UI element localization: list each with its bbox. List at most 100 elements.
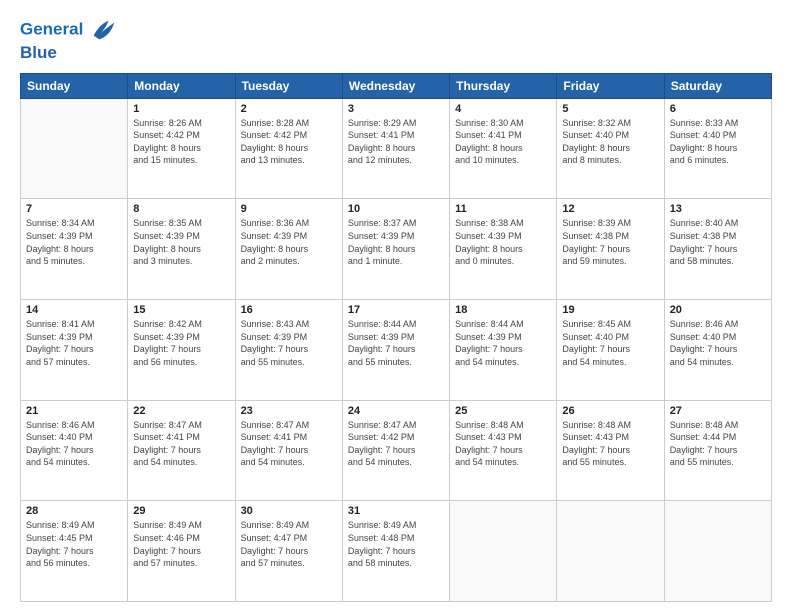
calendar-cell: 23Sunrise: 8:47 AM Sunset: 4:41 PM Dayli… [235,400,342,501]
calendar-cell: 1Sunrise: 8:26 AM Sunset: 4:42 PM Daylig… [128,98,235,199]
calendar-cell: 13 Sunrise: 8:40 AM Sunset: 4:38 PM Dayli… [664,199,771,300]
calendar-cell [664,501,771,602]
cell-info: Sunrise: 8:46 AM Sunset: 4:40 PM Dayligh… [670,318,766,368]
cell-day-number: 24 [348,405,444,417]
cell-info: Sunrise: 8:47 AM Sunset: 4:42 PM Dayligh… [348,419,444,469]
weekday-header-sunday: Sunday [21,73,128,98]
cell-info: Sunrise: 8:44 AM Sunset: 4:39 PM Dayligh… [455,318,551,368]
weekday-header-row: SundayMondayTuesdayWednesdayThursdayFrid… [21,73,772,98]
cell-info: Sunrise: 8:49 AM Sunset: 4:45 PM Dayligh… [26,519,122,569]
cell-day-number: 6 [670,103,766,115]
cell-day-number: 15 [133,304,229,316]
cell-day-number: 26 [562,405,658,417]
cell-day-number: 10 [348,203,444,215]
cell-info: Sunrise: 8:45 AM Sunset: 4:40 PM Dayligh… [562,318,658,368]
cell-info: Sunrise: 8:44 AM Sunset: 4:39 PM Dayligh… [348,318,444,368]
logo: General Blue [20,16,118,63]
cell-info: Sunrise: 8:36 AM Sunset: 4:39 PM Dayligh… [241,217,337,267]
cell-day-number: 3 [348,103,444,115]
cell-day-number: 18 [455,304,551,316]
weekday-header-thursday: Thursday [450,73,557,98]
cell-day-number: 5 [562,103,658,115]
cell-info: Sunrise: 8:46 AM Sunset: 4:40 PM Dayligh… [26,419,122,469]
calendar-cell: 26 Sunrise: 8:48 AM Sunset: 4:43 PM Dayli… [557,400,664,501]
cell-info: Sunrise: 8:41 AM Sunset: 4:39 PM Dayligh… [26,318,122,368]
cell-info: Sunrise: 8:48 AM Sunset: 4:43 PM Dayligh… [455,419,551,469]
cell-info: Sunrise: 8:49 AM Sunset: 4:46 PM Dayligh… [133,519,229,569]
cell-day-number: 29 [133,505,229,517]
cell-day-number: 21 [26,405,122,417]
cell-day-number: 14 [26,304,122,316]
weekday-header-saturday: Saturday [664,73,771,98]
week-row-2: 7 Sunrise: 8:34 AM Sunset: 4:39 PM Daylig… [21,199,772,300]
cell-info: Sunrise: 8:47 AM Sunset: 4:41 PM Dayligh… [241,419,337,469]
week-row-4: 21 Sunrise: 8:46 AM Sunset: 4:40 PM Dayli… [21,400,772,501]
calendar-cell: 20 Sunrise: 8:46 AM Sunset: 4:40 PM Dayli… [664,300,771,401]
cell-info: Sunrise: 8:40 AM Sunset: 4:38 PM Dayligh… [670,217,766,267]
calendar-cell: 22 Sunrise: 8:47 AM Sunset: 4:41 PM Dayli… [128,400,235,501]
calendar-cell: 12Sunrise: 8:39 AM Sunset: 4:38 PM Dayli… [557,199,664,300]
cell-info: Sunrise: 8:49 AM Sunset: 4:47 PM Dayligh… [241,519,337,569]
cell-day-number: 4 [455,103,551,115]
weekday-header-monday: Monday [128,73,235,98]
calendar-cell [450,501,557,602]
cell-info: Sunrise: 8:33 AM Sunset: 4:40 PM Dayligh… [670,117,766,167]
cell-day-number: 8 [133,203,229,215]
cell-day-number: 13 [670,203,766,215]
cell-info: Sunrise: 8:28 AM Sunset: 4:42 PM Dayligh… [241,117,337,167]
calendar-cell: 2 Sunrise: 8:28 AM Sunset: 4:42 PM Daylig… [235,98,342,199]
calendar-cell: 11Sunrise: 8:38 AM Sunset: 4:39 PM Dayli… [450,199,557,300]
cell-day-number: 30 [241,505,337,517]
header: General Blue [20,16,772,63]
cell-info: Sunrise: 8:32 AM Sunset: 4:40 PM Dayligh… [562,117,658,167]
cell-info: Sunrise: 8:34 AM Sunset: 4:39 PM Dayligh… [26,217,122,267]
calendar-cell: 27Sunrise: 8:48 AM Sunset: 4:44 PM Dayli… [664,400,771,501]
calendar-cell: 28 Sunrise: 8:49 AM Sunset: 4:45 PM Dayli… [21,501,128,602]
calendar-cell: 19 Sunrise: 8:45 AM Sunset: 4:40 PM Dayli… [557,300,664,401]
cell-info: Sunrise: 8:26 AM Sunset: 4:42 PM Dayligh… [133,117,229,167]
logo-general: General [20,19,83,38]
cell-day-number: 28 [26,505,122,517]
calendar-cell: 30 Sunrise: 8:49 AM Sunset: 4:47 PM Dayli… [235,501,342,602]
cell-day-number: 20 [670,304,766,316]
calendar-cell: 10Sunrise: 8:37 AM Sunset: 4:39 PM Dayli… [342,199,449,300]
cell-info: Sunrise: 8:47 AM Sunset: 4:41 PM Dayligh… [133,419,229,469]
cell-info: Sunrise: 8:29 AM Sunset: 4:41 PM Dayligh… [348,117,444,167]
weekday-header-friday: Friday [557,73,664,98]
calendar-cell: 9 Sunrise: 8:36 AM Sunset: 4:39 PM Daylig… [235,199,342,300]
cell-info: Sunrise: 8:43 AM Sunset: 4:39 PM Dayligh… [241,318,337,368]
cell-day-number: 25 [455,405,551,417]
cell-info: Sunrise: 8:38 AM Sunset: 4:39 PM Dayligh… [455,217,551,267]
calendar-cell: 18 Sunrise: 8:44 AM Sunset: 4:39 PM Dayli… [450,300,557,401]
weekday-header-wednesday: Wednesday [342,73,449,98]
calendar-cell: 29 Sunrise: 8:49 AM Sunset: 4:46 PM Dayli… [128,501,235,602]
cell-day-number: 12 [562,203,658,215]
cell-info: Sunrise: 8:48 AM Sunset: 4:43 PM Dayligh… [562,419,658,469]
calendar-table: SundayMondayTuesdayWednesdayThursdayFrid… [20,73,772,602]
calendar-cell: 15 Sunrise: 8:42 AM Sunset: 4:39 PM Dayli… [128,300,235,401]
cell-day-number: 19 [562,304,658,316]
calendar-cell: 16 Sunrise: 8:43 AM Sunset: 4:39 PM Dayli… [235,300,342,401]
cell-info: Sunrise: 8:48 AM Sunset: 4:44 PM Dayligh… [670,419,766,469]
calendar-cell: 17 Sunrise: 8:44 AM Sunset: 4:39 PM Dayli… [342,300,449,401]
week-row-3: 14 Sunrise: 8:41 AM Sunset: 4:39 PM Dayli… [21,300,772,401]
cell-day-number: 9 [241,203,337,215]
weekday-header-tuesday: Tuesday [235,73,342,98]
cell-info: Sunrise: 8:35 AM Sunset: 4:39 PM Dayligh… [133,217,229,267]
cell-info: Sunrise: 8:49 AM Sunset: 4:48 PM Dayligh… [348,519,444,569]
cell-day-number: 7 [26,203,122,215]
cell-day-number: 16 [241,304,337,316]
cell-day-number: 17 [348,304,444,316]
cell-info: Sunrise: 8:30 AM Sunset: 4:41 PM Dayligh… [455,117,551,167]
calendar-cell: 4 Sunrise: 8:30 AM Sunset: 4:41 PM Daylig… [450,98,557,199]
calendar-cell: 7 Sunrise: 8:34 AM Sunset: 4:39 PM Daylig… [21,199,128,300]
calendar-cell: 14 Sunrise: 8:41 AM Sunset: 4:39 PM Dayli… [21,300,128,401]
calendar-cell: 5 Sunrise: 8:32 AM Sunset: 4:40 PM Daylig… [557,98,664,199]
cell-day-number: 31 [348,505,444,517]
cell-day-number: 2 [241,103,337,115]
calendar-cell: 3 Sunrise: 8:29 AM Sunset: 4:41 PM Daylig… [342,98,449,199]
calendar-cell [557,501,664,602]
calendar-cell: 21 Sunrise: 8:46 AM Sunset: 4:40 PM Dayli… [21,400,128,501]
cell-day-number: 22 [133,405,229,417]
cell-info: Sunrise: 8:42 AM Sunset: 4:39 PM Dayligh… [133,318,229,368]
